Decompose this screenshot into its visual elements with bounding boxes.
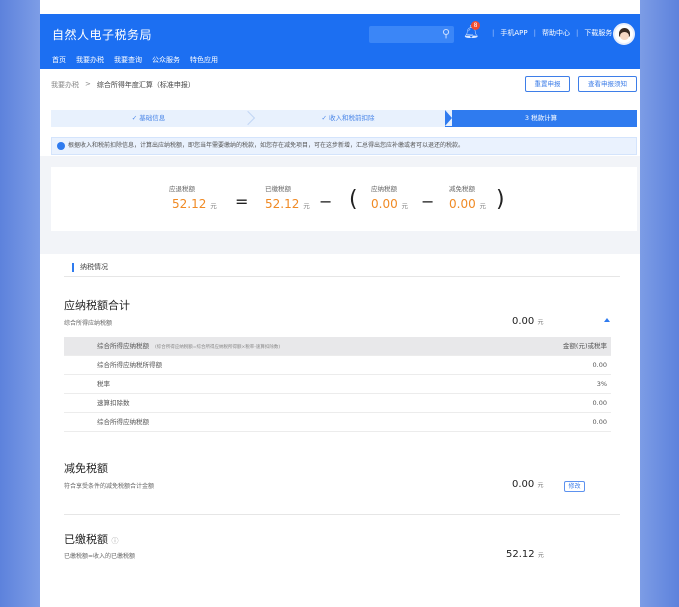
nav-item-home[interactable]: 首页: [52, 55, 66, 65]
reduction-amount-group: 0.00 元: [512, 479, 543, 490]
table-row: 综合所得应纳税所得额 0.00: [64, 356, 611, 375]
info-icon: [57, 142, 65, 150]
reduction-unit-label: 元: [537, 482, 544, 489]
payable-total-unit: 元: [537, 319, 544, 326]
breadcrumb-current: 综合所得年度汇算（标准申报）: [96, 81, 195, 89]
paid-amount: 52.12: [506, 549, 535, 560]
left-background: [0, 0, 40, 607]
payable-total-amount-group: 0.00 元: [512, 316, 543, 327]
breadcrumb-separator: >: [85, 80, 91, 88]
breadcrumb-parent[interactable]: 我要办税: [51, 80, 79, 90]
reduction-label: 减免税额: [449, 185, 475, 193]
info-notice: 根据收入和税前扣除信息，计算出应纳税额，即您当年需要缴纳的税款，如您存在减免项目…: [51, 137, 637, 155]
row-name: 速算扣除数: [97, 399, 130, 407]
step-tax-calculation[interactable]: 3 税款计算: [445, 110, 637, 127]
search-input[interactable]: ⚲: [369, 26, 454, 43]
right-background: [639, 0, 679, 607]
row-name: 综合所得应纳税所得额: [97, 361, 162, 369]
row-name: 综合所得应纳税额: [97, 418, 149, 426]
payable-total-title: 应纳税额合计: [64, 299, 130, 312]
table-header-row: 综合所得应纳税额 (综合所得应纳税额=综合所得应纳税所得额×税率-速算扣除数) 金…: [64, 337, 611, 356]
link-separator: |: [575, 29, 579, 37]
step-progress: ✓ 基础信息 ✓ 收入和税前扣除 3 税款计算: [51, 110, 637, 127]
row-value: 0.00: [592, 399, 607, 407]
tax-summary-card: 应退税额 52.12 元 = 已缴税额 52.12 元 − ( 应纳税额 0.0…: [51, 167, 637, 231]
avatar[interactable]: [613, 23, 635, 45]
open-paren: (: [349, 187, 358, 212]
equals-sign: =: [235, 192, 249, 211]
paid-amount-group: 52.12 元: [506, 549, 544, 560]
reduction-subtitle: 符合享受条件的减免税额合计金额: [64, 483, 155, 490]
payable-total-subtitle: 综合所得应纳税额: [64, 320, 113, 327]
view-notice-button[interactable]: 查看申报须知: [578, 76, 637, 92]
table-row: 速算扣除数 0.00: [64, 394, 611, 413]
refund-unit: 元: [210, 202, 217, 210]
info-text: 根据收入和税前扣除信息，计算出应纳税额，即您当年需要缴纳的税款，如您存在减免项目…: [68, 142, 465, 149]
table-header-title: 综合所得应纳税额: [97, 342, 149, 350]
close-paren: ): [496, 187, 505, 212]
divider: [64, 514, 620, 515]
edit-reduction-button[interactable]: 修改: [564, 481, 585, 492]
reduction-amount: 0.00: [512, 479, 535, 490]
link-download-service[interactable]: 下载服务: [584, 28, 612, 38]
step-basic-info[interactable]: ✓ 基础信息: [51, 110, 246, 127]
paid-value-group: 52.12 元: [265, 197, 310, 211]
paid-unit-label: 元: [537, 552, 544, 559]
minus-sign: −: [319, 192, 333, 211]
refund-value-group: 52.12 元: [172, 197, 217, 211]
table-row: 综合所得应纳税额 0.00: [64, 413, 611, 432]
nav-item-featured-apps[interactable]: 特色应用: [190, 55, 218, 65]
paid-subtitle: 已缴税额=收入的已缴税额: [64, 553, 136, 560]
nav-item-public-service[interactable]: 公众服务: [152, 55, 180, 65]
paid-info-icon[interactable]: ⓘ: [112, 537, 119, 545]
breadcrumb: 我要办税 > 综合所得年度汇算（标准申报）: [51, 80, 195, 90]
section-title: 纳税情况: [72, 263, 108, 272]
notification-badge: 8: [471, 21, 480, 30]
payable-value-group: 0.00 元: [371, 197, 408, 211]
nav-item-tax-service[interactable]: 我要办税: [76, 55, 104, 65]
refund-value: 52.12: [172, 197, 207, 211]
row-name: 税率: [97, 380, 110, 388]
table-row: 税率 3%: [64, 375, 611, 394]
payable-unit: 元: [401, 202, 409, 210]
row-value: 0.00: [592, 361, 607, 369]
link-separator: |: [492, 29, 495, 37]
payable-total-amount: 0.00: [512, 316, 535, 327]
reduction-value-group: 0.00 元: [449, 197, 486, 211]
link-mobile-app[interactable]: 手机APP: [500, 28, 527, 38]
reset-declaration-button[interactable]: 重置申报: [525, 76, 570, 92]
collapse-caret-icon[interactable]: [604, 318, 610, 322]
paid-label: 已缴税额: [265, 185, 291, 193]
minus-sign-2: −: [421, 192, 435, 211]
paid-title: 已缴税额: [64, 533, 108, 546]
page-frame: 自然人电子税务局 ⚲ 🔔︎ 8 | 手机APP | 帮助中心 | 下载服务 首页…: [40, 0, 640, 607]
top-links: | 手机APP | 帮助中心 | 下载服务: [486, 28, 612, 38]
reduction-value: 0.00: [449, 197, 476, 211]
link-help-center[interactable]: 帮助中心: [542, 28, 570, 38]
table-header-amount: 金额(元)或税率: [562, 342, 607, 350]
refund-label: 应退税额: [169, 185, 195, 193]
reduction-title: 减免税额: [64, 462, 108, 475]
link-separator: |: [533, 29, 536, 37]
step-income-deduction[interactable]: ✓ 收入和税前扣除: [251, 110, 445, 127]
payable-label: 应纳税额: [371, 185, 397, 193]
search-icon[interactable]: ⚲: [442, 27, 450, 40]
summary-area: 应退税额 52.12 元 = 已缴税额 52.12 元 − ( 应纳税额 0.0…: [40, 156, 640, 242]
row-value: 3%: [596, 380, 607, 388]
main-nav: 首页 我要办税 我要查询 公众服务 特色应用: [52, 55, 218, 65]
payable-detail-table: 综合所得应纳税额 (综合所得应纳税额=综合所得应纳税所得额×税率-速算扣除数) 金…: [64, 337, 611, 432]
section-band: [40, 242, 640, 254]
paid-unit: 元: [303, 202, 310, 210]
table-header-formula: (综合所得应纳税额=综合所得应纳税所得额×税率-速算扣除数): [155, 345, 281, 350]
payable-value: 0.00: [371, 197, 398, 211]
nav-item-query[interactable]: 我要查询: [114, 55, 142, 65]
divider: [64, 276, 620, 277]
paid-title-group: 已缴税额 ⓘ: [64, 531, 119, 547]
site-brand[interactable]: 自然人电子税务局: [52, 26, 152, 43]
table-header-name: 综合所得应纳税额 (综合所得应纳税额=综合所得应纳税所得额×税率-速算扣除数): [97, 337, 280, 357]
row-value: 0.00: [592, 418, 607, 426]
paid-value: 52.12: [265, 197, 300, 211]
top-header: 自然人电子税务局 ⚲ 🔔︎ 8 | 手机APP | 帮助中心 | 下载服务 首页…: [40, 14, 640, 69]
reduction-unit: 元: [479, 202, 487, 210]
